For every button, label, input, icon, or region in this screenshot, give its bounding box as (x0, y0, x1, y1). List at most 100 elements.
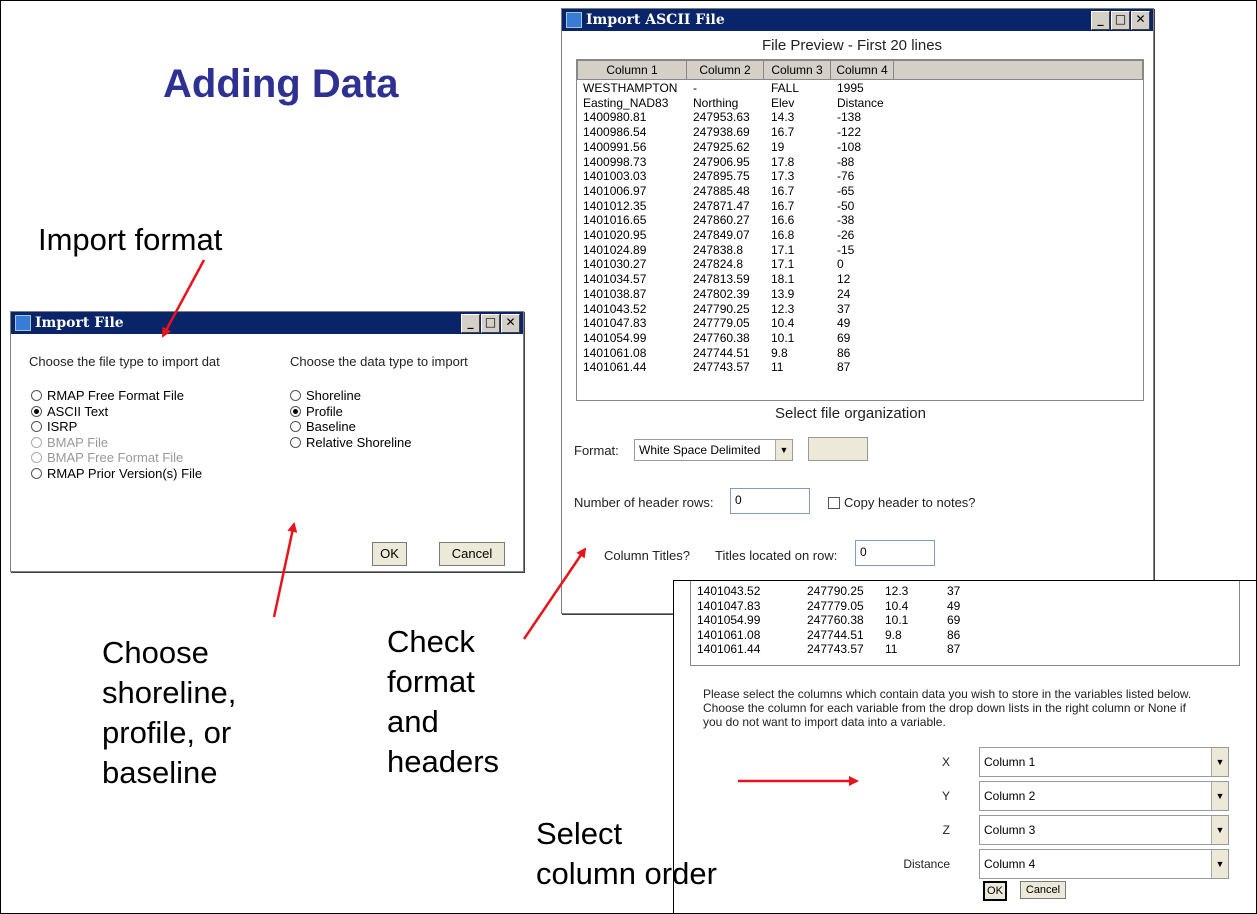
radio-label: Baseline (306, 419, 356, 434)
instruction-line: Please select the columns which contain … (703, 687, 1192, 701)
column-header[interactable]: Column 2 (687, 61, 764, 79)
preview-cell: 1401061.44 (583, 360, 647, 375)
radio-option[interactable]: Relative Shoreline (290, 435, 412, 450)
maximize-button[interactable]: □ (481, 313, 500, 333)
copy-header-checkbox[interactable] (828, 497, 840, 509)
preview-cell: 1401047.83 (697, 598, 761, 613)
preview-grid[interactable]: Column 1 Column 2 Column 3 Column 4 WEST… (576, 59, 1144, 401)
preview-cell: 247743.57 (693, 360, 750, 375)
column-preview-grid[interactable]: 1401043.52 247790.25 12.3 37 1401047.83 24777… (690, 581, 1240, 666)
preview-cell: 16.7 (771, 125, 795, 140)
column-titles-label: Column Titles? (604, 548, 690, 563)
close-button[interactable]: ✕ (501, 313, 520, 333)
header-rows-input[interactable]: 0 (730, 488, 810, 514)
close-button[interactable]: ✕ (1131, 10, 1150, 30)
ok-button[interactable]: OK (983, 881, 1007, 901)
radio-label: BMAP Free Format File (47, 450, 184, 465)
variable-select-value: Column 2 (984, 789, 1036, 803)
variable-select[interactable]: Column 2 ▼ (979, 781, 1229, 811)
radio-option[interactable]: ISRP (31, 419, 77, 434)
radio-option[interactable]: Baseline (290, 419, 356, 434)
format-select[interactable]: White Space Delimited ▼ (634, 439, 793, 461)
preview-cell: 17.3 (771, 169, 795, 184)
radio-icon[interactable] (290, 405, 301, 417)
note-select: Select column order (536, 814, 717, 894)
radio-icon[interactable] (290, 436, 301, 448)
column-header[interactable]: Column 1 (578, 61, 687, 79)
radio-icon[interactable] (31, 421, 42, 432)
preview-cell: 247790.25 (693, 301, 750, 316)
preview-cell: 247895.75 (693, 169, 750, 184)
chevron-down-icon[interactable]: ▼ (1211, 816, 1228, 844)
preview-cell: -50 (837, 198, 855, 213)
import-ascii-window: Import ASCII File _ □ ✕ File Preview - F… (561, 8, 1154, 614)
window-title: Import ASCII File (586, 12, 725, 28)
variable-label: Y (941, 789, 950, 803)
radio-option: BMAP Free Format File (31, 450, 183, 465)
preview-cell: 17.8 (771, 154, 795, 169)
minimize-button[interactable]: _ (461, 313, 480, 333)
preview-cell: 1401043.52 (583, 301, 647, 316)
preview-cell: 1401054.99 (583, 330, 647, 345)
variable-select-value: Column 4 (984, 857, 1036, 871)
instructions: Please select the columns which contain … (703, 687, 1191, 729)
preview-cell: -38 (837, 213, 855, 228)
note-line: Select (536, 816, 623, 851)
preview-cell: 86 (837, 345, 851, 360)
cancel-button[interactable]: Cancel (439, 542, 505, 566)
preview-cell: 1400986.54 (583, 125, 647, 140)
maximize-button[interactable]: □ (1111, 10, 1130, 30)
radio-label: ASCII Text (47, 403, 109, 419)
radio-option[interactable]: Shoreline (290, 388, 361, 403)
column-header[interactable]: Column 4 (831, 61, 894, 79)
variable-label: X (941, 755, 950, 769)
chevron-down-icon[interactable]: ▼ (775, 440, 792, 460)
chevron-down-icon[interactable]: ▼ (1211, 748, 1228, 776)
preview-cell: 16.7 (771, 198, 795, 213)
preview-cell: 10.1 (771, 330, 795, 345)
cancel-button[interactable]: Cancel (1020, 881, 1066, 899)
preview-cell: 247885.48 (693, 183, 750, 198)
titles-row-input[interactable]: 0 (855, 540, 935, 566)
preview-cell: 16.6 (771, 213, 795, 228)
preview-cell: 1401020.95 (583, 228, 647, 242)
chevron-down-icon[interactable]: ▼ (1211, 850, 1228, 878)
import-ascii-titlebar: Import ASCII File _ □ ✕ (562, 9, 1153, 31)
preview-cell: 247838.8 (693, 242, 744, 257)
radio-option[interactable]: Profile (290, 404, 343, 419)
preview-cell: 10.4 (771, 316, 795, 331)
radio-label: Relative Shoreline (306, 434, 412, 450)
column-header[interactable]: Column 3 (764, 61, 831, 79)
radio-icon[interactable] (31, 405, 42, 417)
radio-option[interactable]: RMAP Free Format File (31, 388, 184, 403)
preview-cell: -26 (837, 228, 855, 242)
header-rows-label: Number of header rows: (574, 495, 714, 510)
titles-row-label: Titles located on row: (715, 548, 838, 563)
radio-icon[interactable] (290, 421, 301, 432)
preview-cell: 86 (947, 627, 961, 642)
chevron-down-icon[interactable]: ▼ (1211, 782, 1228, 810)
radio-icon[interactable] (31, 390, 42, 401)
preview-cell: 1400980.81 (583, 110, 647, 125)
minimize-button[interactable]: _ (1091, 10, 1110, 30)
variable-select[interactable]: Column 1 ▼ (979, 747, 1229, 777)
variable-select-value: Column 1 (984, 755, 1036, 769)
radio-icon[interactable] (290, 390, 301, 401)
radio-option[interactable]: ASCII Text (31, 404, 108, 419)
radio-icon[interactable] (31, 467, 42, 479)
preview-cell: 49 (947, 598, 961, 613)
variable-select[interactable]: Column 4 ▼ (979, 849, 1229, 879)
radio-option[interactable]: RMAP Prior Version(s) File (31, 466, 202, 481)
app-icon (566, 12, 582, 28)
note-line: shoreline, (102, 675, 237, 710)
radio-option: BMAP File (31, 435, 108, 450)
preview-cell: 69 (947, 613, 961, 627)
ok-button[interactable]: OK (372, 542, 407, 566)
preview-cell: 1401061.44 (697, 642, 761, 656)
variable-select[interactable]: Column 3 ▼ (979, 815, 1229, 845)
preview-cell: 247779.05 (807, 598, 864, 613)
preview-cell: - (693, 81, 697, 95)
preview-cell: 1401024.89 (583, 242, 647, 257)
preview-cell: 247953.63 (693, 110, 750, 125)
radio-icon (31, 452, 42, 463)
